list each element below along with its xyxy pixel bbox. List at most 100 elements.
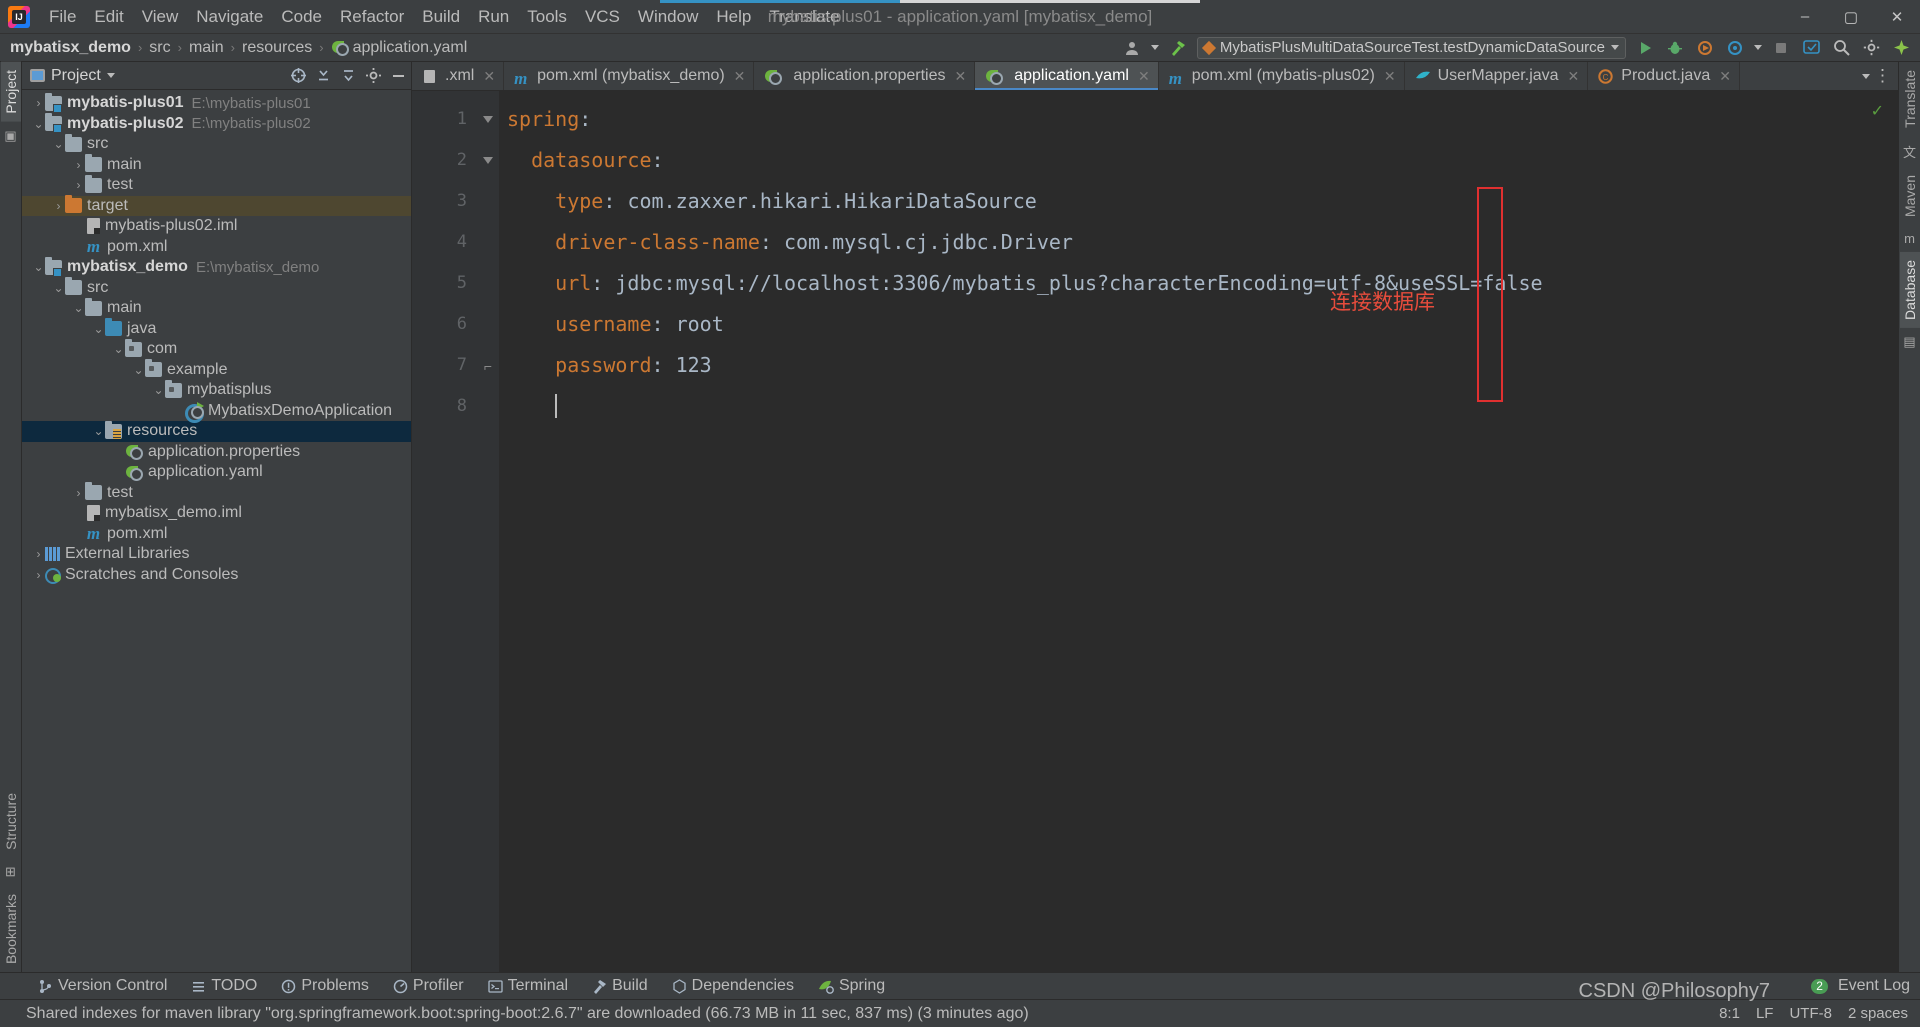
more-options-icon[interactable]: ⋮ [1874, 66, 1892, 86]
menu-item-vcs[interactable]: VCS [576, 3, 629, 31]
sidebar-item-database[interactable]: Database [1899, 251, 1920, 328]
chevron-right-icon[interactable]: › [52, 199, 65, 213]
settings-gear-icon[interactable] [364, 67, 382, 85]
close-tab-icon[interactable]: ✕ [1568, 68, 1580, 85]
fold-triangle-icon[interactable] [483, 116, 493, 123]
code-line[interactable]: driver-class-name: com.mysql.cj.jdbc.Dri… [507, 222, 1898, 263]
editor-tab-pom-xml-mybatisx-demo[interactable]: m pom.xml (mybatisx_demo) ✕ [504, 62, 755, 90]
fold-region-end-icon[interactable]: ⌐ [477, 345, 499, 386]
tree-node[interactable]: application.properties [22, 442, 411, 463]
code-editor[interactable]: 12345678 ⌐ spring: datasource: type: com… [412, 91, 1898, 972]
inspection-status-icon[interactable]: ✓ [1871, 101, 1884, 121]
code-line[interactable] [507, 386, 1898, 427]
bottom-tool-version-control[interactable]: Version Control [26, 973, 179, 999]
minimize-button[interactable]: – [1782, 0, 1828, 33]
fold-collapse-icon[interactable] [477, 99, 499, 140]
tree-node[interactable]: › main [22, 154, 411, 176]
event-log-button[interactable]: Event Log [1838, 977, 1910, 995]
chevron-down-icon[interactable]: ⌄ [132, 363, 145, 377]
breadcrumb-item-1[interactable]: › src [131, 39, 171, 57]
tree-node[interactable]: › test [22, 482, 411, 504]
tree-node[interactable]: ⌄ mybatisx_demo E:\mybatisx_demo [22, 256, 411, 278]
tree-node[interactable]: MybatisxDemoApplication [22, 401, 411, 424]
code-line[interactable]: type: com.zaxxer.hikari.HikariDataSource [507, 181, 1898, 222]
run-with-coverage-icon[interactable] [1694, 37, 1716, 59]
menu-item-code[interactable]: Code [272, 3, 331, 31]
chevron-down-icon[interactable]: ⌄ [92, 424, 105, 438]
bottom-tool-problems[interactable]: Problems [269, 973, 381, 999]
bottom-tool-todo[interactable]: TODO [179, 973, 269, 999]
tree-node[interactable]: mybatis-plus02.iml [22, 216, 411, 237]
tree-node[interactable]: › Scratches and Consoles [22, 565, 411, 586]
chevron-right-icon[interactable]: › [32, 547, 45, 561]
fold-collapse-icon[interactable] [477, 140, 499, 181]
search-icon[interactable] [1830, 37, 1852, 59]
code-content[interactable]: spring: datasource: type: com.zaxxer.hik… [499, 91, 1898, 972]
project-tree[interactable]: › mybatis-plus01 E:\mybatis-plus01 ⌄ mybatis… [22, 90, 411, 972]
chevron-down-icon[interactable] [106, 73, 115, 78]
chevron-down-icon[interactable]: ⌄ [52, 137, 65, 151]
scope-icon[interactable] [289, 67, 307, 85]
tree-node[interactable]: m pom.xml [22, 237, 411, 258]
chevron-right-icon[interactable]: › [32, 568, 45, 582]
tree-node[interactable]: ⌄ com [22, 338, 411, 360]
line-number[interactable]: 1 [412, 99, 477, 140]
chevron-right-icon[interactable]: › [72, 178, 85, 192]
maximize-button[interactable]: ▢ [1828, 0, 1874, 33]
settings-gear-icon[interactable] [1860, 37, 1882, 59]
run-configuration-selector[interactable]: MybatisPlusMultiDataSourceTest.testDynam… [1196, 36, 1626, 59]
editor-tab-xml[interactable]: .xml ✕ [412, 62, 505, 90]
profiler-dropdown-caret-icon[interactable] [1754, 45, 1762, 50]
tree-node[interactable]: m pom.xml [22, 524, 411, 545]
menu-item-translate[interactable]: Translate [760, 3, 848, 31]
hide-panel-icon[interactable] [389, 67, 407, 85]
editor-tab-product-java[interactable]: C Product.java ✕ [1588, 62, 1740, 90]
run-icon[interactable] [1634, 37, 1656, 59]
file-encoding[interactable]: UTF-8 [1789, 1005, 1832, 1022]
bottom-tool-build[interactable]: Build [580, 973, 660, 999]
close-tab-icon[interactable]: ✕ [483, 68, 495, 85]
close-tab-icon[interactable]: ✕ [1719, 68, 1731, 85]
idea-assistant-icon[interactable] [1890, 37, 1912, 59]
tree-node[interactable]: › External Libraries [22, 544, 411, 565]
close-tab-icon[interactable]: ✕ [734, 68, 746, 85]
caret-position[interactable]: 8:1 [1719, 1005, 1740, 1022]
hammer-build-icon[interactable] [1167, 37, 1189, 59]
tree-node[interactable]: › target [22, 195, 411, 216]
line-number[interactable]: 5 [412, 263, 477, 304]
chevron-down-icon[interactable] [1611, 45, 1619, 50]
close-tab-icon[interactable]: ✕ [1384, 68, 1396, 85]
tree-node[interactable]: › test [22, 174, 411, 196]
editor-tab-application-yaml[interactable]: application.yaml ✕ [975, 62, 1159, 90]
close-tab-icon[interactable]: ✕ [1138, 68, 1150, 85]
user-icon[interactable] [1121, 37, 1143, 59]
breadcrumb-item-3[interactable]: › resources [224, 39, 313, 57]
sidebar-item-maven[interactable]: Maven [1900, 167, 1920, 225]
collapse-all-icon[interactable] [314, 67, 332, 85]
bottom-tool-profiler[interactable]: Profiler [381, 973, 476, 999]
tree-node[interactable]: ⌄ mybatis-plus02 E:\mybatis-plus02 [22, 113, 411, 135]
tree-node[interactable]: ⌄ src [22, 277, 411, 299]
tree-node[interactable]: ⌄ src [22, 133, 411, 155]
code-line[interactable]: username: root [507, 304, 1898, 345]
menu-item-file[interactable]: File [40, 3, 85, 31]
menu-item-run[interactable]: Run [469, 3, 518, 31]
chevron-down-icon[interactable] [1862, 73, 1870, 79]
breadcrumb-item-0[interactable]: mybatisx_demo [10, 39, 131, 57]
tree-node[interactable]: application.yaml [22, 462, 411, 483]
sidebar-item-project[interactable]: Project [0, 62, 21, 122]
line-separator[interactable]: LF [1756, 1005, 1774, 1022]
breadcrumb-item-4[interactable]: › application.yaml [312, 39, 467, 57]
updates-icon[interactable] [1800, 37, 1822, 59]
menu-item-navigate[interactable]: Navigate [187, 3, 272, 31]
code-line[interactable]: password: 123 [507, 345, 1898, 386]
sidebar-item-structure[interactable]: Structure [1, 785, 21, 858]
chevron-down-icon[interactable]: ⌄ [52, 281, 65, 295]
indent-setting[interactable]: 2 spaces [1848, 1005, 1908, 1022]
bottom-tool-dependencies[interactable]: Dependencies [660, 973, 806, 999]
chevron-right-icon[interactable]: › [72, 486, 85, 500]
line-number[interactable]: 8 [412, 386, 477, 427]
code-line[interactable]: url: jdbc:mysql://localhost:3306/mybatis… [507, 263, 1898, 304]
tree-node[interactable]: mybatisx_demo.iml [22, 503, 411, 524]
editor-tab-application-properties[interactable]: application.properties ✕ [754, 62, 976, 90]
